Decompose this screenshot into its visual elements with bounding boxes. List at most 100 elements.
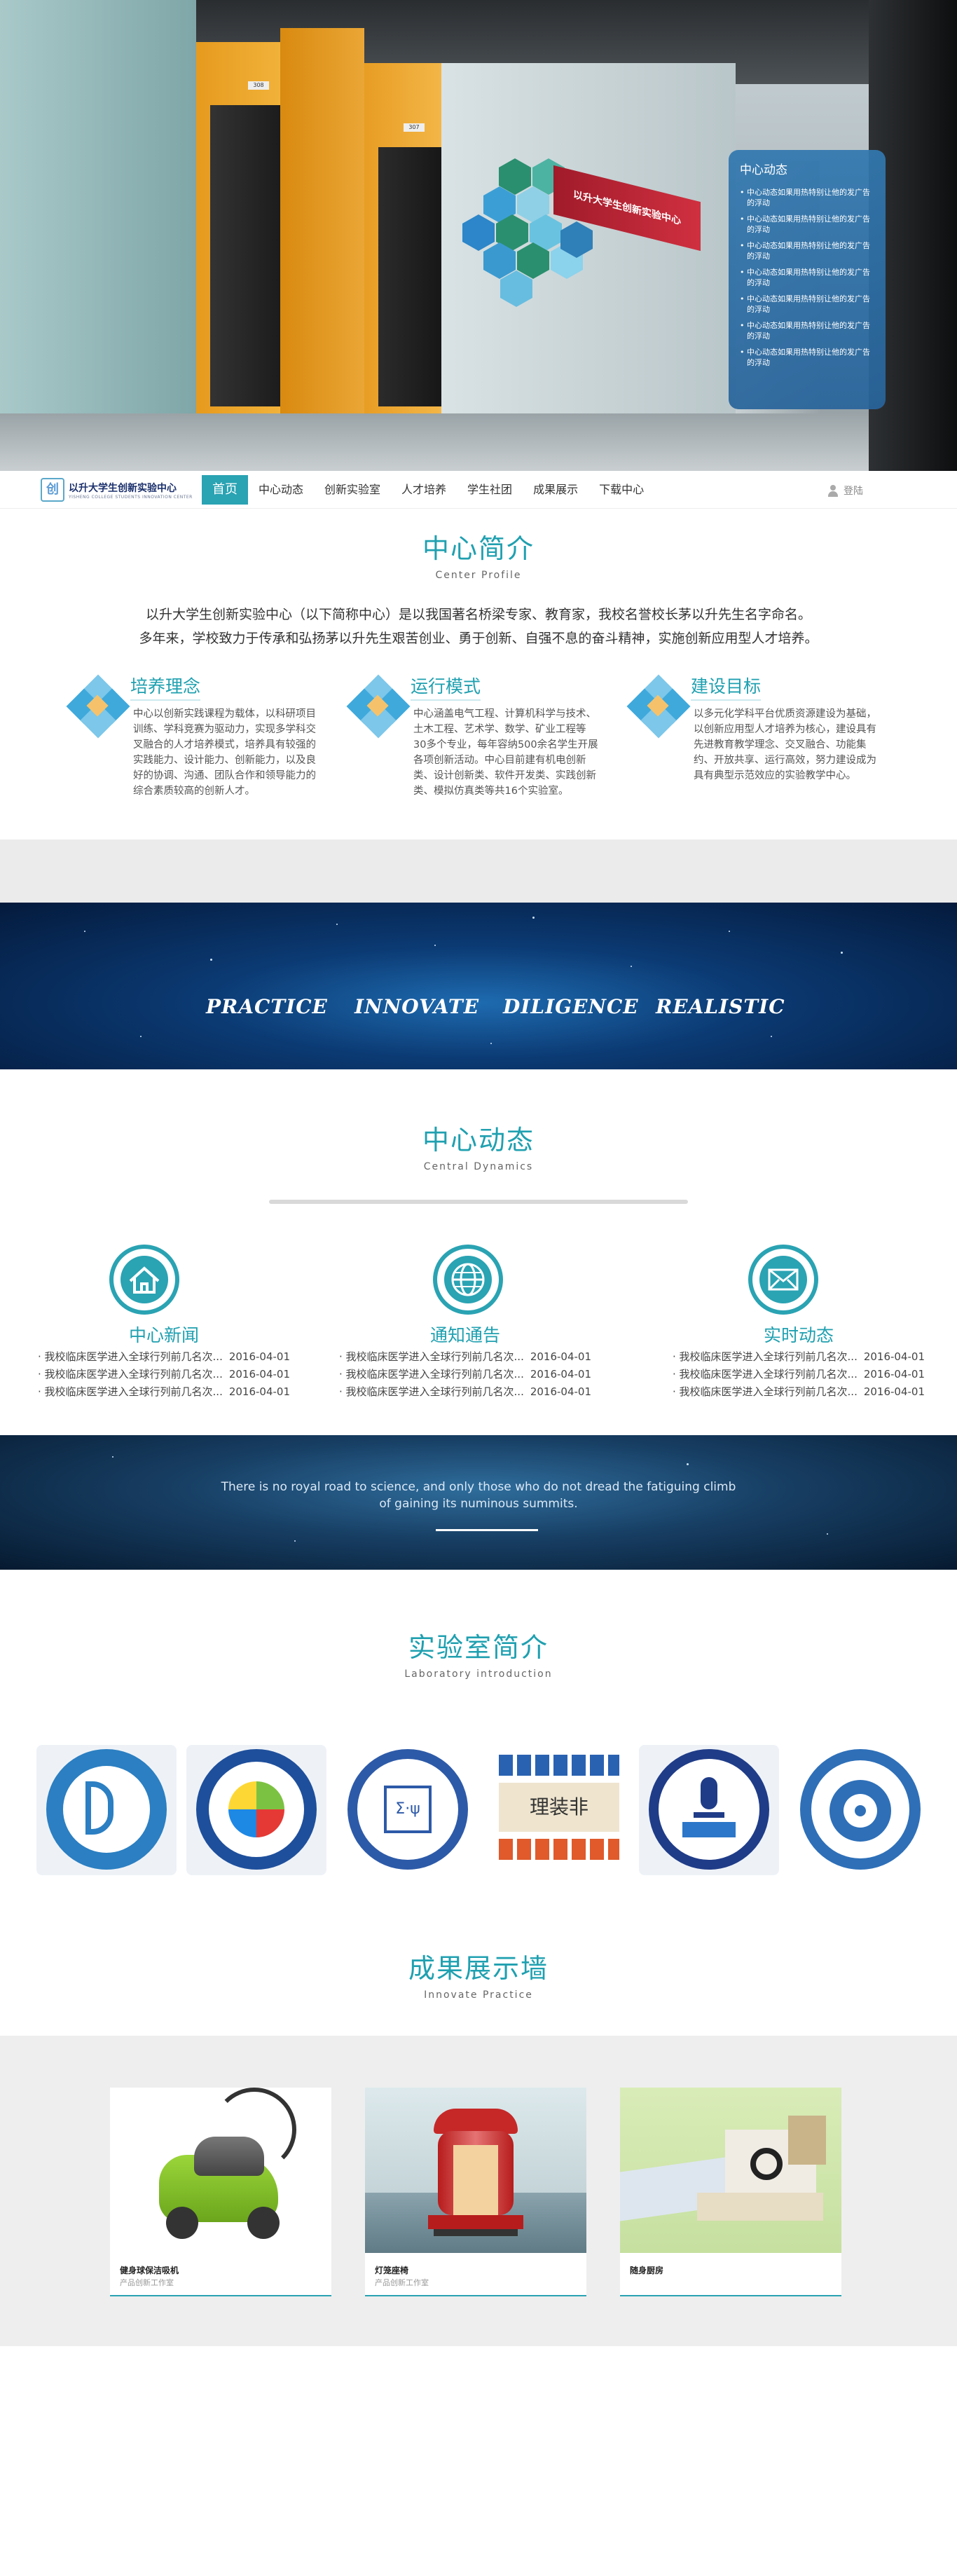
logo-mark: 创 (41, 478, 64, 502)
news-panel-title: 中心动态 (740, 163, 787, 177)
work-card[interactable]: 随身厨房 (620, 2088, 841, 2296)
nav-menu: 首页 中心动态 创新实验室 人才培养 学生社团 成果展示 下载中心 (202, 475, 654, 505)
nav-item-home[interactable]: 首页 (202, 475, 248, 505)
work-underline (110, 2295, 331, 2296)
feature-title: 建设目标 (691, 673, 762, 701)
dynamics-subtitle: Central Dynamics (423, 1161, 534, 1172)
lab-logo-math-modeling[interactable]: Σ·ψ (338, 1745, 478, 1875)
motto-word: REALISTIC (656, 995, 785, 1018)
item-date: 2016-04-01 (530, 1350, 591, 1363)
calligraphy-text: 理装非 (499, 1783, 619, 1832)
work-image (620, 2088, 841, 2253)
feature-title: 运行模式 (411, 673, 481, 701)
item-date: 2016-04-01 (228, 1368, 290, 1381)
item-text: · 我校临床医学进入全球行列前几名次... (673, 1350, 858, 1363)
dynamics-col-title: 中心新闻 (128, 1325, 199, 1345)
intro-text: 以升大学生创新实验中心（以下简称中心）是以我国著名桥梁专家、教育家，我校名誉校长… (126, 603, 831, 650)
hero-door (378, 147, 441, 406)
intro-title: 中心简介 (422, 533, 535, 564)
item-date: 2016-04-01 (530, 1385, 591, 1398)
list-item[interactable]: · 我校临床医学进入全球行列前几名次... 2016-04-01 (673, 1348, 925, 1366)
list-item[interactable]: · 我校临床医学进入全球行列前几名次... 2016-04-01 (339, 1348, 591, 1366)
news-panel-list: 中心动态如果用热特别让他的发广告的浮动 中心动态如果用热特别让他的发广告的浮动 … (740, 187, 874, 368)
item-text: · 我校临床医学进入全球行列前几名次... (673, 1385, 858, 1398)
item-text: · 我校临床医学进入全球行列前几名次... (38, 1368, 223, 1381)
lab-logo-innovation-design[interactable] (36, 1745, 177, 1875)
motto-word: INNOVATE (354, 995, 480, 1018)
login-link[interactable]: 登陆 (827, 484, 863, 498)
lab-logo-microphone[interactable] (639, 1745, 779, 1875)
lab-logo-wifi[interactable] (790, 1745, 930, 1875)
site-logo[interactable]: 创 以升大学生创新实验中心 YISHENG COLLEGE STUDENTS I… (41, 478, 193, 502)
nav-item-talent[interactable]: 人才培养 (391, 475, 457, 505)
hero-glass-wall (0, 0, 196, 434)
envelope-icon (748, 1245, 818, 1315)
labs-subtitle: Laboratory introduction (404, 1669, 553, 1680)
news-panel-item[interactable]: 中心动态如果用热特别让他的发广告的浮动 (740, 347, 874, 368)
intro-heading: 中心简介 Center Profile (0, 527, 957, 581)
nav-item-clubs[interactable]: 学生社团 (457, 475, 523, 505)
list-item[interactable]: · 我校临床医学进入全球行列前几名次... 2016-04-01 (38, 1348, 290, 1366)
news-panel-item[interactable]: 中心动态如果用热特别让他的发广告的浮动 (740, 214, 874, 235)
work-studio: 产品创新工作室 (120, 2278, 174, 2287)
user-icon (827, 484, 839, 497)
nav-item-dynamics[interactable]: 中心动态 (248, 475, 314, 505)
nav-item-downloads[interactable]: 下载中心 (588, 475, 654, 505)
dynamics-col-title: 实时动态 (763, 1325, 834, 1345)
works-heading: 成果展示墙 Innovate Practice (0, 1947, 957, 2001)
door-plate: 308 (248, 81, 269, 90)
nav-item-labs[interactable]: 创新实验室 (314, 475, 391, 505)
list-item[interactable]: · 我校临床医学进入全球行列前几名次... 2016-04-01 (38, 1383, 290, 1401)
flower-icon (346, 674, 411, 739)
list-item[interactable]: · 我校临床医学进入全球行列前几名次... 2016-04-01 (673, 1383, 925, 1401)
dynamics-list: · 我校临床医学进入全球行列前几名次... 2016-04-01 · 我校临床医学… (38, 1348, 290, 1401)
work-image (365, 2088, 586, 2253)
intro-line: 多年来，学校致力于传承和弘扬茅以升先生艰苦创业、勇于创新、自强不息的奋斗精神，实… (139, 631, 818, 646)
flower-icon (626, 674, 691, 739)
works-subtitle: Innovate Practice (424, 1989, 533, 2001)
feature-text: 中心以创新实践课程为载体，以科研项目训练、学科竞赛为驱动力，实现多学科交叉融合的… (133, 708, 316, 797)
lab-logo-calligraphy[interactable] (186, 1745, 326, 1875)
logo-title: 以升大学生创新实验中心 (69, 482, 177, 494)
works-section: 健身球保洁吸机 产品创新工作室 灯笼座椅 产品创新工作室 随身厨房 (0, 2036, 957, 2346)
work-card[interactable]: 灯笼座椅 产品创新工作室 (365, 2088, 586, 2296)
news-panel-item[interactable]: 中心动态如果用热特别让他的发广告的浮动 (740, 294, 874, 315)
work-name: 健身球保洁吸机 (120, 2266, 179, 2275)
item-text: · 我校临床医学进入全球行列前几名次... (673, 1368, 858, 1381)
work-image (110, 2088, 331, 2253)
dynamics-list: · 我校临床医学进入全球行列前几名次... 2016-04-01 · 我校临床医学… (339, 1348, 591, 1401)
motto-word: PRACTICE (206, 995, 328, 1018)
list-item[interactable]: · 我校临床医学进入全球行列前几名次... 2016-04-01 (673, 1366, 925, 1383)
intro-line: 以升大学生创新实验中心（以下简称中心）是以我国著名桥梁专家、教育家，我校名誉校长… (145, 607, 811, 622)
quote-underline (436, 1529, 538, 1531)
globe-icon (433, 1245, 503, 1315)
item-date: 2016-04-01 (863, 1385, 925, 1398)
news-panel-item[interactable]: 中心动态如果用热特别让他的发广告的浮动 (740, 267, 874, 288)
list-item[interactable]: · 我校临床医学进入全球行列前几名次... 2016-04-01 (38, 1366, 290, 1383)
lab-logo-reading[interactable]: 理装非 (489, 1745, 629, 1875)
feature-text: 以多元化学科平台优质资源建设为基础，以创新应用型人才培养为核心，建设具有先进教育… (694, 708, 876, 781)
labs-heading: 实验室简介 Laboratory introduction (0, 1626, 957, 1680)
nav-item-results[interactable]: 成果展示 (523, 475, 588, 505)
list-item[interactable]: · 我校临床医学进入全球行列前几名次... 2016-04-01 (339, 1383, 591, 1401)
hero-banner: 308 307 以升大学生创新实验中心 中心动态 中心动态如果用热特别让他的发广… (0, 0, 957, 471)
work-card[interactable]: 健身球保洁吸机 产品创新工作室 (110, 2088, 331, 2296)
hero-door (210, 105, 280, 406)
logo-text: 以升大学生创新实验中心 YISHENG COLLEGE STUDENTS INN… (69, 481, 193, 500)
dynamics-heading: 中心动态 Central Dynamics (0, 1118, 957, 1172)
labs-title: 实验室简介 (408, 1632, 549, 1663)
item-text: · 我校临床医学进入全球行列前几名次... (38, 1385, 223, 1398)
house-icon (109, 1245, 179, 1315)
grey-divider (0, 840, 957, 903)
news-panel-item[interactable]: 中心动态如果用热特别让他的发广告的浮动 (740, 187, 874, 208)
feature-title: 培养理念 (130, 673, 201, 701)
item-text: · 我校临床医学进入全球行列前几名次... (339, 1385, 524, 1398)
list-item[interactable]: · 我校临床医学进入全球行列前几名次... 2016-04-01 (339, 1366, 591, 1383)
hero-floor (0, 413, 957, 471)
login-label: 登陆 (844, 486, 863, 497)
dynamics-list: · 我校临床医学进入全球行列前几名次... 2016-04-01 · 我校临床医学… (673, 1348, 925, 1401)
news-panel-item[interactable]: 中心动态如果用热特别让他的发广告的浮动 (740, 320, 874, 341)
hero-wall (280, 28, 364, 420)
news-panel-item[interactable]: 中心动态如果用热特别让他的发广告的浮动 (740, 240, 874, 261)
door-plate: 307 (404, 123, 425, 132)
